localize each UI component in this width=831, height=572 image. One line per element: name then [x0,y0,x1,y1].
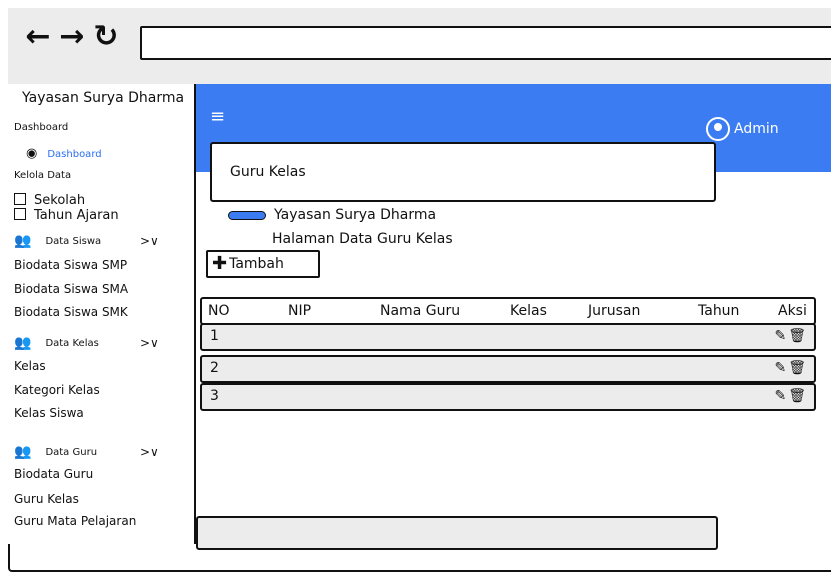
sidebar-item-dashboard[interactable]: ◉ Dashboard [26,146,102,161]
sidebar-item-tahun-ajaran-label: Tahun Ajaran [34,208,119,223]
delete-icon[interactable]: 🗑 [788,388,808,404]
delete-icon[interactable]: 🗑 [788,360,808,376]
sidebar-item-siswa-smk[interactable]: Biodata Siswa SMK [14,305,128,319]
sidebar-section-kelola: Kelola Data [14,170,72,181]
sidebar-group-kelas[interactable]: 👥 Data Kelas >∨ [14,335,159,351]
users-icon: 👥 [14,444,32,460]
breadcrumb-home[interactable]: Yayasan Surya Dharma [228,207,436,223]
url-bar[interactable] [140,26,831,60]
table-row: 1 ✎🗑 [200,323,816,351]
row-no: 1 [210,328,219,344]
breadcrumb-home-label: Yayasan Surya Dharma [274,207,437,223]
col-jurusan: Jurusan [588,303,641,319]
users-icon: 👥 [14,233,32,249]
menu-icon[interactable]: ≡ [210,106,225,127]
forward-icon[interactable]: → [58,22,86,52]
dashboard-icon: ◉ [26,146,38,161]
plus-icon: ✚ [212,253,228,274]
sidebar-group-kelas-label: Data Kelas [45,337,99,349]
chevron-down-icon[interactable]: >∨ [140,336,159,350]
back-icon[interactable]: ← [24,22,52,52]
sidebar-section-dashboard: Dashboard [14,122,69,133]
checkbox-icon[interactable] [14,208,26,220]
sidebar-group-guru[interactable]: 👥 Data Guru >∨ [14,444,159,460]
sidebar-group-siswa-label: Data Siswa [45,235,102,247]
col-no: NO [208,303,230,319]
sidebar-item-siswa-smp[interactable]: Biodata Siswa SMP [14,258,127,272]
admin-label: Admin [734,121,779,137]
checkbox-icon[interactable] [14,193,26,205]
user-icon [706,117,730,141]
edit-icon[interactable]: ✎ [774,328,788,344]
sidebar-item-biodata-guru[interactable]: Biodata Guru [14,467,93,481]
sidebar-item-kelas-siswa[interactable]: Kelas Siswa [14,406,84,420]
col-nip: NIP [288,303,312,319]
users-icon: 👥 [14,335,32,351]
table-row: 2 ✎🗑 [200,355,816,383]
sidebar-item-sekolah-label: Sekolah [34,193,86,208]
delete-icon[interactable]: 🗑 [788,328,808,344]
add-button[interactable]: ✚ Tambah [206,250,320,278]
sidebar-item-sekolah[interactable]: Sekolah [14,193,85,208]
col-tahun: Tahun [698,303,740,319]
chevron-down-icon[interactable]: >∨ [140,234,159,248]
breadcrumb-page: Halaman Data Guru Kelas [272,231,453,247]
reload-icon[interactable]: ↻ [92,22,120,52]
sidebar-item-siswa-sma[interactable]: Biodata Siswa SMA [14,282,128,296]
col-nama-guru: Nama Guru [380,303,461,319]
col-kelas: Kelas [510,303,547,319]
row-no: 2 [210,360,219,376]
edit-icon[interactable]: ✎ [774,388,788,404]
table-header: NO NIP Nama Guru Kelas Jurusan Tahun Aks… [200,297,816,325]
sidebar-item-guru-mapel[interactable]: Guru Mata Pelajaran [14,514,136,528]
sidebar-brand: Yayasan Surya Dharma [22,90,185,106]
sidebar-item-guru-kelas[interactable]: Guru Kelas [14,492,79,506]
sidebar-item-tahun-ajaran[interactable]: Tahun Ajaran [14,208,119,223]
sidebar-item-kelas[interactable]: Kelas [14,359,46,373]
chevron-down-icon[interactable]: >∨ [140,445,159,459]
add-button-label: Tambah [229,256,284,272]
sidebar-group-guru-label: Data Guru [45,446,98,458]
row-no: 3 [210,388,219,404]
footer-box [196,516,718,550]
nav-controls: ← → ↻ [24,22,120,52]
sidebar-group-siswa[interactable]: 👥 Data Siswa >∨ [14,233,159,249]
home-pill-icon [228,210,266,220]
sidebar-item-kategori-kelas[interactable]: Kategori Kelas [14,383,100,397]
table-row: 3 ✎🗑 [200,383,816,411]
edit-icon[interactable]: ✎ [774,360,788,376]
page-title: Guru Kelas [230,164,306,180]
col-aksi: Aksi [778,303,807,319]
page-title-box: Guru Kelas [210,142,716,202]
sidebar-item-dashboard-label: Dashboard [47,149,102,160]
admin-menu[interactable]: Admin [706,117,779,141]
